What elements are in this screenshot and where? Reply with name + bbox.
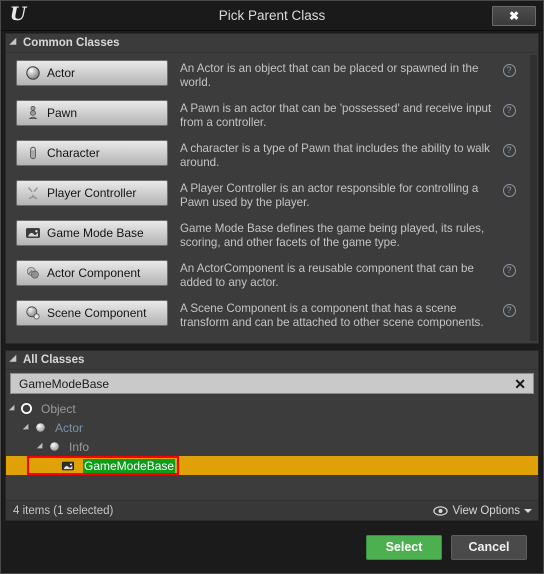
tree-row-label: Object bbox=[41, 401, 76, 416]
title-bar: U Pick Parent Class ✖ bbox=[1, 1, 543, 31]
info-sphere-icon bbox=[46, 440, 62, 454]
class-button-actor[interactable]: Actor bbox=[16, 60, 168, 86]
view-options-button[interactable]: View Options bbox=[433, 505, 532, 517]
common-classes-panel: Common Classes Actor An Actor is an obje… bbox=[5, 33, 539, 344]
player-controller-icon bbox=[24, 185, 41, 202]
select-button-label: Select bbox=[385, 540, 423, 554]
help-icon[interactable]: ? bbox=[502, 264, 516, 277]
class-description: An ActorComponent is a reusable componen… bbox=[180, 262, 474, 289]
class-button-label: Character bbox=[47, 146, 100, 160]
scene-component-icon bbox=[24, 305, 41, 322]
window-title: Pick Parent Class bbox=[218, 8, 326, 23]
unreal-engine-logo-icon: U bbox=[9, 3, 27, 25]
common-class-row: Player Controller A Player Controller is… bbox=[6, 177, 538, 217]
game-mode-base-icon bbox=[60, 459, 76, 473]
class-description: A character is a type of Pawn that inclu… bbox=[180, 142, 490, 169]
game-mode-base-icon bbox=[24, 225, 41, 242]
pick-parent-class-dialog: U Pick Parent Class ✖ Common Classes Act… bbox=[0, 0, 544, 574]
class-button-label: Scene Component bbox=[47, 306, 147, 320]
close-icon: ✖ bbox=[508, 9, 520, 23]
class-button-pawn[interactable]: Pawn bbox=[16, 100, 168, 126]
tree-row-label: Info bbox=[69, 439, 90, 454]
chevron-down-icon bbox=[524, 508, 532, 513]
common-class-row: Game Mode Base Game Mode Base defines th… bbox=[6, 217, 538, 257]
object-circle-icon bbox=[18, 402, 34, 416]
class-description: An Actor is an object that can be placed… bbox=[180, 62, 479, 89]
help-wrapper: ? bbox=[498, 257, 520, 277]
status-text: 4 items (1 selected) bbox=[13, 504, 114, 517]
expand-triangle-icon[interactable] bbox=[22, 423, 32, 432]
expand-triangle-icon[interactable] bbox=[36, 442, 46, 451]
common-class-row: Character A character is a type of Pawn … bbox=[6, 137, 538, 177]
character-capsule-icon bbox=[24, 145, 41, 162]
class-description: A Pawn is an actor that can be 'possesse… bbox=[180, 102, 492, 129]
actor-component-icon bbox=[24, 265, 41, 282]
view-options-label: View Options bbox=[452, 504, 520, 517]
help-wrapper: ? bbox=[498, 137, 520, 157]
help-icon[interactable]: ? bbox=[502, 104, 516, 117]
help-icon[interactable]: ? bbox=[502, 184, 516, 197]
close-button[interactable]: ✖ bbox=[492, 6, 536, 26]
cancel-button[interactable]: Cancel bbox=[451, 534, 527, 560]
class-button-label: Player Controller bbox=[47, 186, 137, 200]
class-button-game-mode-base[interactable]: Game Mode Base bbox=[16, 220, 168, 246]
tree-row-actor[interactable]: Actor bbox=[6, 418, 538, 437]
all-classes-panel: All Classes GameModeBase ✕ Object Actor … bbox=[5, 350, 539, 521]
common-classes-title: Common Classes bbox=[23, 37, 120, 49]
common-class-row: Pawn A Pawn is an actor that can be 'pos… bbox=[6, 97, 538, 137]
class-description: A Scene Component is a component that ha… bbox=[180, 302, 484, 329]
class-button-scene-component[interactable]: Scene Component bbox=[16, 300, 168, 326]
common-classes-scrollbar[interactable] bbox=[530, 55, 537, 341]
all-classes-header[interactable]: All Classes bbox=[6, 351, 538, 370]
tree-row-info[interactable]: Info bbox=[6, 437, 538, 456]
status-bar: 4 items (1 selected) View Options bbox=[6, 500, 538, 520]
class-button-actor-component[interactable]: Actor Component bbox=[16, 260, 168, 286]
search-input-value: GameModeBase bbox=[19, 376, 110, 391]
class-button-label: Actor Component bbox=[47, 266, 141, 280]
common-class-row: Actor Component An ActorComponent is a r… bbox=[6, 257, 538, 297]
class-button-label: Game Mode Base bbox=[47, 226, 144, 240]
common-classes-header[interactable]: Common Classes bbox=[6, 34, 538, 53]
class-button-label: Pawn bbox=[47, 106, 78, 120]
common-class-row: Actor An Actor is an object that can be … bbox=[6, 57, 538, 97]
search-row: GameModeBase ✕ bbox=[6, 370, 538, 397]
expand-triangle-icon bbox=[9, 37, 20, 49]
cancel-button-label: Cancel bbox=[468, 540, 510, 554]
class-button-label: Actor bbox=[47, 66, 76, 80]
all-classes-title: All Classes bbox=[23, 354, 85, 366]
tree-row-label: Actor bbox=[55, 420, 84, 435]
common-classes-list: Actor An Actor is an object that can be … bbox=[6, 53, 538, 343]
help-wrapper: ? bbox=[498, 217, 520, 237]
eye-icon bbox=[433, 505, 449, 516]
search-input[interactable]: GameModeBase ✕ bbox=[10, 373, 534, 394]
expand-triangle-icon[interactable] bbox=[8, 404, 18, 413]
class-description: Game Mode Base defines the game being pl… bbox=[180, 222, 485, 249]
class-button-character[interactable]: Character bbox=[16, 140, 168, 166]
class-button-player-controller[interactable]: Player Controller bbox=[16, 180, 168, 206]
expand-triangle-icon bbox=[9, 354, 20, 366]
pawn-icon bbox=[24, 105, 41, 122]
tree-row-label: GameModeBase bbox=[83, 458, 176, 473]
help-icon[interactable]: ? bbox=[502, 64, 516, 77]
select-button[interactable]: Select bbox=[366, 534, 442, 560]
expand-triangle-icon bbox=[51, 461, 59, 469]
actor-sphere-icon bbox=[24, 65, 41, 82]
tree-row-object[interactable]: Object bbox=[6, 399, 538, 418]
tree-row-gamemodebase[interactable]: GameModeBase bbox=[6, 456, 538, 475]
help-wrapper: ? bbox=[498, 57, 520, 77]
clear-search-icon[interactable]: ✕ bbox=[513, 377, 527, 391]
help-wrapper: ? bbox=[498, 297, 520, 317]
common-class-row: Scene Component A Scene Component is a c… bbox=[6, 297, 538, 337]
help-icon[interactable]: ? bbox=[502, 304, 516, 317]
help-wrapper: ? bbox=[498, 97, 520, 117]
help-wrapper: ? bbox=[498, 177, 520, 197]
actor-sphere-icon bbox=[32, 421, 48, 435]
dialog-footer: Select Cancel bbox=[1, 521, 543, 573]
class-tree: Object Actor Info GameModeBase bbox=[6, 397, 538, 500]
help-icon[interactable]: ? bbox=[502, 144, 516, 157]
class-description: A Player Controller is an actor responsi… bbox=[180, 182, 479, 209]
